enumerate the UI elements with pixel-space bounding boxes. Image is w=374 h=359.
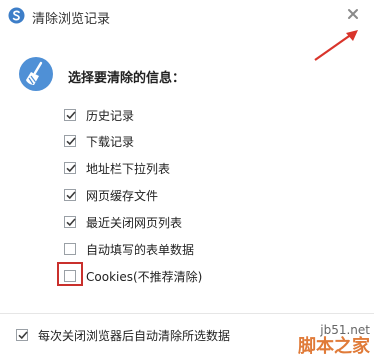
watermark: jb51.net 脚本之家 xyxy=(298,323,370,357)
option-label: 自动填写的表单数据 xyxy=(86,242,195,257)
option-label: 历史记录 xyxy=(86,108,135,123)
option-address-bar[interactable]: 地址栏下拉列表 xyxy=(64,159,170,177)
checkbox[interactable] xyxy=(64,189,76,201)
option-recently-closed[interactable]: 最近关闭网页列表 xyxy=(64,213,182,231)
option-label: 最近关闭网页列表 xyxy=(86,215,183,230)
check-icon xyxy=(66,111,76,120)
checkbox[interactable] xyxy=(16,329,28,341)
select-info-label: 选择要清除的信息： xyxy=(68,71,186,86)
option-label: 地址栏下拉列表 xyxy=(86,161,171,176)
pointer-arrow-annotation xyxy=(314,30,358,61)
check-icon xyxy=(18,331,28,340)
dialog-title: 清除浏览记录 xyxy=(32,12,111,27)
option-label: Cookies(不推荐清除) xyxy=(86,269,203,284)
check-icon xyxy=(66,191,76,200)
option-form-data[interactable]: 自动填写的表单数据 xyxy=(64,240,194,258)
checkbox[interactable] xyxy=(64,243,76,255)
cookies-highlight-box xyxy=(57,262,83,286)
option-label: 下载记录 xyxy=(86,134,135,149)
checkbox[interactable] xyxy=(64,135,76,147)
option-cache[interactable]: 网页缓存文件 xyxy=(64,186,158,204)
check-icon xyxy=(66,164,76,173)
option-cookies[interactable]: Cookies(不推荐清除) xyxy=(64,267,202,285)
check-icon xyxy=(66,137,76,146)
divider xyxy=(0,313,374,314)
checkbox[interactable] xyxy=(64,109,76,121)
checkbox[interactable] xyxy=(64,162,76,174)
close-icon xyxy=(348,9,358,19)
clear-history-dialog: 清除浏览记录 选择要清除的信息： 历史记录 下载记录 地址栏下拉列表 网页缓存文… xyxy=(0,0,374,359)
option-history[interactable]: 历史记录 xyxy=(64,106,134,124)
option-label: 每次关闭浏览器后自动清除所选数据 xyxy=(38,328,231,343)
watermark-text: 脚本之家 xyxy=(298,336,370,357)
browser-logo-icon xyxy=(8,7,25,24)
option-downloads[interactable]: 下载记录 xyxy=(64,132,134,150)
broom-icon xyxy=(19,57,53,91)
option-label: 网页缓存文件 xyxy=(86,188,159,203)
checkbox[interactable] xyxy=(64,216,76,228)
auto-clear-on-close-option[interactable]: 每次关闭浏览器后自动清除所选数据 xyxy=(16,326,230,344)
close-button[interactable] xyxy=(343,4,363,24)
check-icon xyxy=(66,218,76,227)
watermark-url: jb51.net xyxy=(320,323,370,337)
